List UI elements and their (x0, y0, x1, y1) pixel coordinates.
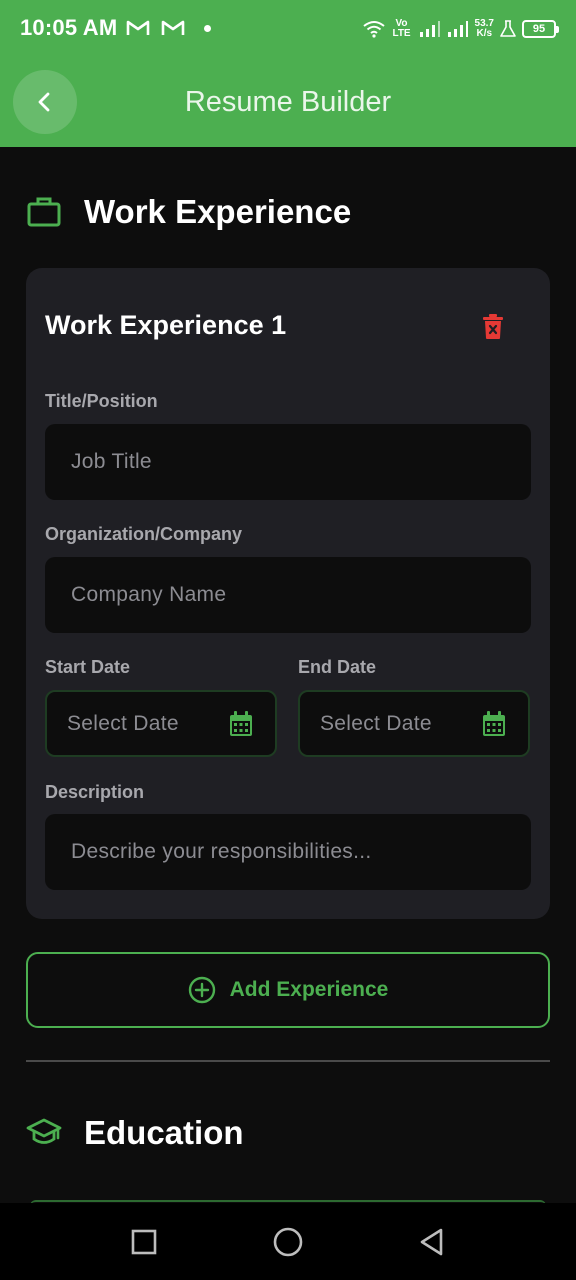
status-right-group: Vo LTE 53.7 K/s 95 (362, 14, 559, 44)
end-date-picker[interactable]: Select Date (298, 690, 530, 757)
home-button[interactable] (270, 1224, 306, 1260)
home-circle-icon (273, 1227, 303, 1257)
net-speed-unit: K/s (476, 28, 493, 39)
description-label: Description (45, 782, 145, 802)
gmail-icon (161, 20, 185, 35)
wifi-icon (362, 21, 385, 38)
work-experience-card: Work Experience 1 Title/Position Job Tit… (26, 268, 550, 919)
battery-icon: 95 (522, 20, 559, 38)
system-nav-bar (0, 1203, 576, 1280)
plus-circle-icon (188, 976, 215, 1004)
delete-experience-button[interactable] (478, 312, 508, 342)
gmail-icon (126, 20, 150, 35)
section-divider (26, 1060, 550, 1062)
screen: 10:05 AM Vo LTE 53.7 K/s 95 Resume Build… (0, 0, 576, 1280)
net-speed: 53.7 K/s (475, 19, 494, 39)
add-experience-button[interactable]: Add Experience (26, 952, 550, 1028)
calendar-icon (483, 711, 505, 736)
graduation-cap-icon (26, 1118, 62, 1144)
signal-icon (419, 21, 440, 37)
company-name-input[interactable]: Company Name (45, 557, 531, 633)
start-date-placeholder: Select Date (67, 711, 179, 735)
job-title-input[interactable]: Job Title (45, 424, 531, 500)
status-bar: 10:05 AM Vo LTE 53.7 K/s 95 (0, 0, 576, 60)
description-input[interactable]: Describe your responsibilities... (45, 814, 531, 890)
notification-dot (204, 25, 211, 32)
organization-label: Organization/Company (45, 524, 243, 544)
start-date-picker[interactable]: Select Date (45, 690, 277, 757)
recents-square-icon (131, 1229, 157, 1255)
back-triangle-icon (420, 1228, 443, 1256)
work-section-header: Work Experience (26, 193, 351, 231)
trash-icon (483, 314, 503, 339)
start-date-label: Start Date (45, 657, 131, 677)
signal-icon (447, 21, 468, 37)
work-experience-title: Work Experience 1 (45, 310, 287, 340)
page-title: Resume Builder (184, 86, 392, 118)
briefcase-icon (27, 197, 61, 227)
education-section-header: Education (26, 1114, 244, 1152)
network-type: Vo LTE (392, 18, 411, 39)
status-time: 10:05 AM (20, 15, 118, 40)
end-date-placeholder: Select Date (320, 711, 432, 735)
work-section-title: Work Experience (84, 193, 352, 230)
education-section-title: Education (84, 1114, 244, 1151)
title-position-label: Title/Position (45, 391, 158, 411)
recents-button[interactable] (126, 1224, 162, 1260)
lab-icon (500, 20, 516, 37)
top-bar: 10:05 AM Vo LTE 53.7 K/s 95 Resume Build… (0, 0, 576, 147)
app-bar: Resume Builder (0, 60, 576, 147)
back-nav-button[interactable] (414, 1224, 450, 1260)
calendar-icon (230, 711, 252, 736)
add-experience-label: Add Experience (229, 978, 389, 1001)
end-date-label: End Date (298, 657, 377, 677)
